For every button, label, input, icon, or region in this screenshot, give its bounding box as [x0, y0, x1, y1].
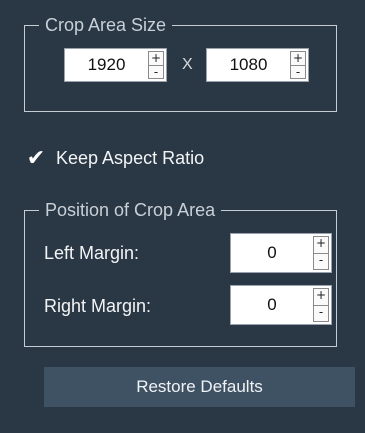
left-margin-value[interactable]: 0 [231, 234, 313, 272]
crop-width-decrement-button[interactable]: - [148, 65, 164, 79]
right-margin-label: Right Margin: [44, 296, 152, 316]
crop-area-size-title: Crop Area Size [45, 15, 167, 35]
left-margin-decrement-button[interactable]: - [313, 253, 329, 270]
right-margin-increment-button[interactable]: + [313, 288, 329, 306]
keep-aspect-ratio-checkbox[interactable]: ✔ [26, 145, 46, 171]
dimension-separator: X [182, 56, 193, 73]
crop-height-increment-button[interactable]: + [290, 51, 306, 66]
crop-width-increment-button[interactable]: + [148, 51, 164, 66]
crop-height-decrement-button[interactable]: - [290, 65, 306, 79]
keep-aspect-ratio-label[interactable]: Keep Aspect Ratio [56, 148, 204, 169]
position-of-crop-area-title: Position of Crop Area [45, 200, 216, 220]
restore-defaults-button[interactable]: Restore Defaults [44, 367, 355, 407]
right-margin-decrement-button[interactable]: - [313, 305, 329, 322]
crop-height-value[interactable]: 1080 [207, 49, 290, 81]
right-margin-value[interactable]: 0 [231, 286, 313, 324]
crop-width-value[interactable]: 1920 [65, 49, 148, 81]
keep-aspect-ratio-row[interactable]: ✔ Keep Aspect Ratio [26, 145, 204, 171]
crop-width-spinner[interactable]: 1920 + - [64, 48, 167, 82]
crop-height-spinner[interactable]: 1080 + - [206, 48, 309, 82]
checkmark-icon: ✔ [26, 145, 46, 171]
right-margin-spinner[interactable]: 0 + - [230, 285, 332, 325]
crop-settings-panel: Crop Area Size 1920 + - X 1080 + - ✔ Kee… [2, 0, 362, 433]
left-margin-label: Left Margin: [44, 243, 140, 263]
position-of-crop-area-group: Position of Crop Area [24, 201, 337, 347]
left-margin-increment-button[interactable]: + [313, 236, 329, 254]
left-margin-spinner[interactable]: 0 + - [230, 233, 332, 273]
